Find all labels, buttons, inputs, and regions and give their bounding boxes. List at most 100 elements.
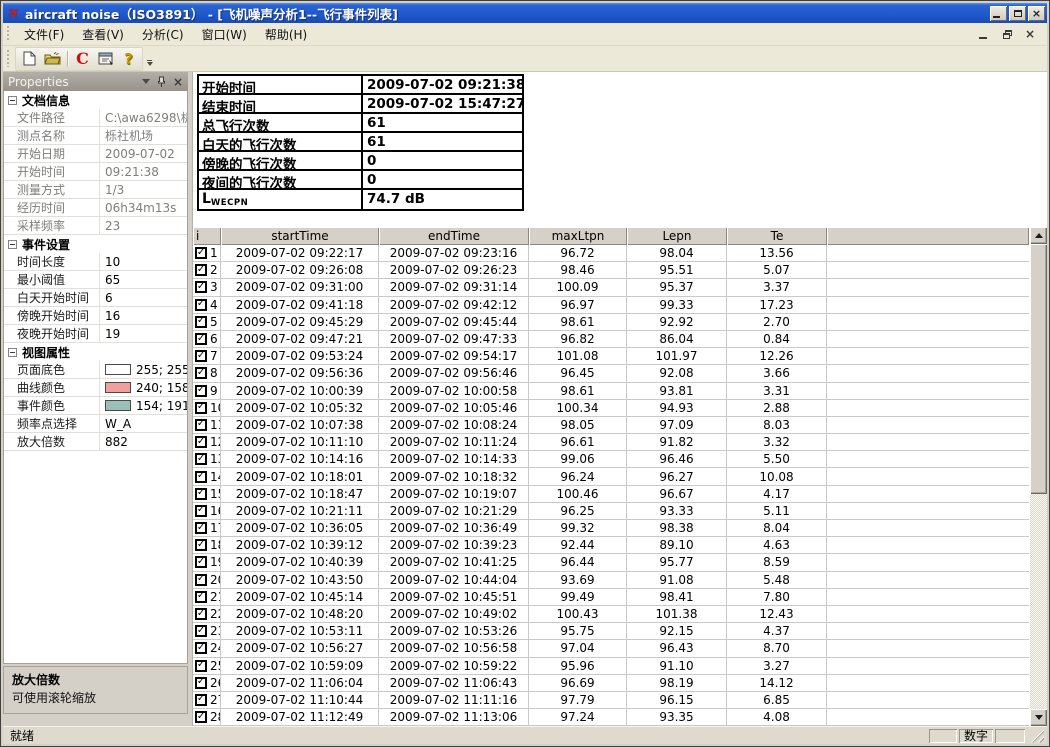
table-row[interactable]: ✓62009-07-02 09:47:212009-07-02 09:47:33…: [193, 331, 1029, 348]
table-row[interactable]: ✓202009-07-02 10:43:502009-07-02 10:44:0…: [193, 572, 1029, 589]
table-row[interactable]: ✓282009-07-02 11:12:492009-07-02 11:13:0…: [193, 709, 1029, 726]
panel-pin-button[interactable]: [157, 76, 166, 87]
resize-grip[interactable]: [1030, 729, 1044, 743]
row-checkbox[interactable]: ✓: [195, 385, 207, 397]
color-swatch[interactable]: [105, 364, 131, 375]
property-value[interactable]: 240; 158; 15: [100, 379, 187, 396]
property-value[interactable]: 栎社机场: [100, 127, 187, 144]
property-value[interactable]: 06h34m13s: [100, 199, 187, 216]
row-checkbox[interactable]: ✓: [195, 281, 207, 293]
table-row[interactable]: ✓42009-07-02 09:41:182009-07-02 09:42:12…: [193, 297, 1029, 314]
help-button[interactable]: ?: [117, 48, 140, 69]
minimize-button[interactable]: [990, 6, 1007, 21]
section-header-document-info[interactable]: 文档信息: [4, 91, 187, 109]
collapse-icon[interactable]: [8, 348, 17, 357]
column-header-startTime[interactable]: startTime: [221, 227, 379, 245]
table-row[interactable]: ✓212009-07-02 10:45:142009-07-02 10:45:5…: [193, 589, 1029, 606]
menu-item-analysis[interactable]: 分析(C): [133, 23, 193, 46]
properties-panel-header[interactable]: Properties ×: [3, 72, 188, 91]
toolbar-grip[interactable]: [6, 50, 11, 68]
table-row[interactable]: ✓72009-07-02 09:53:242009-07-02 09:54:17…: [193, 348, 1029, 365]
menu-item-view[interactable]: 查看(V): [73, 23, 133, 46]
row-checkbox[interactable]: ✓: [195, 642, 207, 654]
column-header-Te[interactable]: Te: [727, 227, 827, 245]
section-header-view-properties[interactable]: 视图属性: [4, 343, 187, 361]
row-checkbox[interactable]: ✓: [195, 402, 207, 414]
menu-item-file[interactable]: 文件(F): [15, 23, 73, 46]
row-checkbox[interactable]: ✓: [195, 608, 207, 620]
table-row[interactable]: ✓252009-07-02 10:59:092009-07-02 10:59:2…: [193, 658, 1029, 675]
menu-item-window[interactable]: 窗口(W): [193, 23, 256, 46]
mdi-restore-button[interactable]: [1000, 28, 1014, 41]
table-row[interactable]: ✓182009-07-02 10:39:122009-07-02 10:39:2…: [193, 537, 1029, 554]
table-row[interactable]: ✓32009-07-02 09:31:002009-07-02 09:31:14…: [193, 279, 1029, 296]
row-checkbox[interactable]: ✓: [195, 625, 207, 637]
column-header-Lepn[interactable]: Lepn: [627, 227, 727, 245]
color-swatch[interactable]: [105, 400, 131, 411]
table-row[interactable]: ✓52009-07-02 09:45:292009-07-02 09:45:44…: [193, 314, 1029, 331]
toolbar-overflow-button[interactable]: [143, 48, 156, 69]
table-row[interactable]: ✓242009-07-02 10:56:272009-07-02 10:56:5…: [193, 640, 1029, 657]
table-row[interactable]: ✓262009-07-02 11:06:042009-07-02 11:06:4…: [193, 675, 1029, 692]
property-value[interactable]: C:\awa6298\机场: [100, 109, 187, 126]
property-value[interactable]: 19: [100, 325, 187, 342]
property-value[interactable]: 09:21:38: [100, 163, 187, 180]
scroll-up-button[interactable]: [1030, 227, 1047, 244]
property-value[interactable]: 882: [100, 433, 187, 450]
property-value[interactable]: 1/3: [100, 181, 187, 198]
row-checkbox[interactable]: ✓: [195, 556, 207, 568]
row-checkbox[interactable]: ✓: [195, 488, 207, 500]
panel-menu-button[interactable]: [142, 79, 150, 84]
scroll-thumb[interactable]: [1030, 244, 1047, 494]
color-swatch[interactable]: [105, 382, 131, 393]
property-value[interactable]: 6: [100, 289, 187, 306]
properties-button[interactable]: [94, 48, 117, 69]
table-row[interactable]: ✓222009-07-02 10:48:202009-07-02 10:49:0…: [193, 606, 1029, 623]
menu-item-help[interactable]: 帮助(H): [256, 23, 316, 46]
property-value[interactable]: 154; 191; 18: [100, 397, 187, 414]
property-value[interactable]: 2009-07-02: [100, 145, 187, 162]
row-checkbox[interactable]: ✓: [195, 591, 207, 603]
close-button[interactable]: ×: [1028, 6, 1045, 21]
column-header-endTime[interactable]: endTime: [379, 227, 529, 245]
row-checkbox[interactable]: ✓: [195, 539, 207, 551]
row-checkbox[interactable]: ✓: [195, 694, 207, 706]
property-value[interactable]: 65: [100, 271, 187, 288]
property-value[interactable]: 255; 255; 25: [100, 361, 187, 378]
row-checkbox[interactable]: ✓: [195, 299, 207, 311]
row-checkbox[interactable]: ✓: [195, 660, 207, 672]
table-row[interactable]: ✓92009-07-02 10:00:392009-07-02 10:00:58…: [193, 383, 1029, 400]
collapse-icon[interactable]: [8, 240, 17, 249]
property-value[interactable]: 16: [100, 307, 187, 324]
row-checkbox[interactable]: ✓: [195, 367, 207, 379]
row-checkbox[interactable]: ✓: [195, 436, 207, 448]
row-checkbox[interactable]: ✓: [195, 264, 207, 276]
table-row[interactable]: ✓152009-07-02 10:18:472009-07-02 10:19:0…: [193, 486, 1029, 503]
property-value[interactable]: 23: [100, 217, 187, 234]
table-row[interactable]: ✓232009-07-02 10:53:112009-07-02 10:53:2…: [193, 623, 1029, 640]
table-row[interactable]: ✓112009-07-02 10:07:382009-07-02 10:08:2…: [193, 417, 1029, 434]
section-header-event-settings[interactable]: 事件设置: [4, 235, 187, 253]
collapse-icon[interactable]: [8, 96, 17, 105]
mdi-minimize-button[interactable]: [977, 28, 991, 41]
table-row[interactable]: ✓82009-07-02 09:56:362009-07-02 09:56:46…: [193, 365, 1029, 382]
row-checkbox[interactable]: ✓: [195, 333, 207, 345]
column-header-maxLtpn[interactable]: maxLtpn: [529, 227, 627, 245]
table-row[interactable]: ✓132009-07-02 10:14:162009-07-02 10:14:3…: [193, 451, 1029, 468]
mdi-close-button[interactable]: ×: [1023, 28, 1037, 41]
vertical-scrollbar[interactable]: [1029, 227, 1047, 726]
table-row[interactable]: ✓162009-07-02 10:21:112009-07-02 10:21:2…: [193, 503, 1029, 520]
row-checkbox[interactable]: ✓: [195, 453, 207, 465]
table-row[interactable]: ✓172009-07-02 10:36:052009-07-02 10:36:4…: [193, 520, 1029, 537]
row-checkbox[interactable]: ✓: [195, 471, 207, 483]
row-checkbox[interactable]: ✓: [195, 574, 207, 586]
column-header-i[interactable]: i: [193, 227, 221, 245]
row-checkbox[interactable]: ✓: [195, 350, 207, 362]
row-checkbox[interactable]: ✓: [195, 316, 207, 328]
panel-close-button[interactable]: ×: [173, 76, 183, 88]
table-row[interactable]: ✓22009-07-02 09:26:082009-07-02 09:26:23…: [193, 262, 1029, 279]
row-checkbox[interactable]: ✓: [195, 711, 207, 723]
maximize-button[interactable]: [1009, 6, 1026, 21]
row-checkbox[interactable]: ✓: [195, 247, 207, 259]
table-row[interactable]: ✓142009-07-02 10:18:012009-07-02 10:18:3…: [193, 468, 1029, 485]
